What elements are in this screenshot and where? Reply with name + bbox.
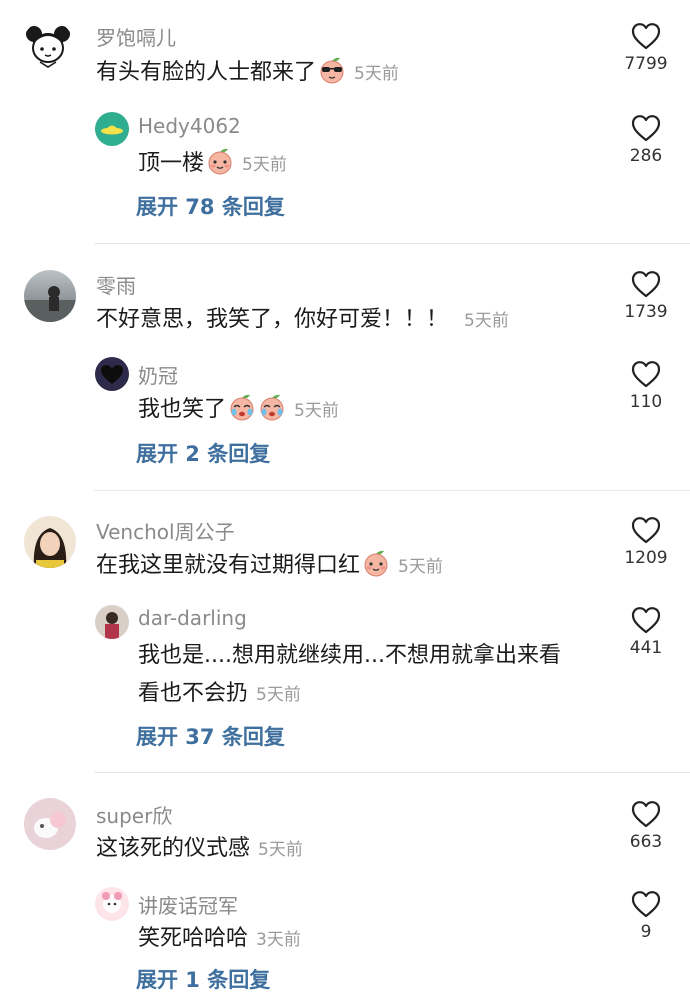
peach-crying-emoji-icon xyxy=(258,393,286,421)
peach-emoji-icon xyxy=(362,549,390,577)
photo-avatar-icon xyxy=(105,612,119,639)
avatar[interactable] xyxy=(24,270,76,322)
comment-time: 5天前 xyxy=(464,311,509,331)
like-count: 286 xyxy=(629,146,663,166)
reply-time: 3天前 xyxy=(256,930,301,950)
peach-glasses-emoji-icon xyxy=(318,56,346,84)
like-button[interactable]: 7799 xyxy=(616,22,676,74)
reply-like-button[interactable]: 441 xyxy=(616,606,676,658)
comment-text: 这该死的仪式感 5天前 xyxy=(96,833,303,866)
comment-username[interactable]: Venchol周公子 xyxy=(96,516,235,545)
divider xyxy=(94,490,690,491)
photo-avatar-icon xyxy=(34,812,66,838)
reply-text: 顶一楼 5天前 xyxy=(138,147,287,181)
heart-icon xyxy=(631,890,661,918)
reply-avatar[interactable] xyxy=(95,605,129,639)
reply-body: 笑死哈哈哈 xyxy=(138,926,249,951)
expand-replies-link[interactable]: 展开 2 条回复 xyxy=(136,438,270,468)
reply-avatar[interactable] xyxy=(95,887,129,921)
reply-like-button[interactable]: 286 xyxy=(616,114,676,166)
like-count: 441 xyxy=(629,638,663,658)
avatar[interactable] xyxy=(22,20,74,72)
comment-body: 在我这里就没有过期得口红 xyxy=(96,553,361,578)
heart-icon xyxy=(631,22,661,50)
reply-body-cont: 看也不会扔 xyxy=(138,681,249,706)
expand-replies-link[interactable]: 展开 78 条回复 xyxy=(136,191,285,221)
like-count: 110 xyxy=(629,392,663,412)
like-count: 9 xyxy=(640,922,652,942)
photo-avatar-icon xyxy=(24,286,76,322)
comment-time: 5天前 xyxy=(258,840,303,860)
avatar[interactable] xyxy=(24,516,76,568)
heart-icon xyxy=(631,360,661,388)
like-button[interactable]: 1739 xyxy=(616,270,676,322)
like-button[interactable]: 1209 xyxy=(616,516,676,568)
expand-replies-link[interactable]: 展开 1 条回复 xyxy=(136,964,270,994)
comment-body: 有头有脸的人士都来了 xyxy=(96,60,317,85)
comment-username[interactable]: 罗饱嗝儿 xyxy=(96,22,176,51)
divider xyxy=(94,243,690,244)
reply-text-line2: 看也不会扔 5天前 xyxy=(138,678,301,711)
reply-username[interactable]: dar-darling xyxy=(138,606,247,630)
reply-like-button[interactable]: 110 xyxy=(616,360,676,412)
heart-avatar-icon xyxy=(101,365,123,384)
reply-avatar[interactable] xyxy=(95,112,129,146)
divider xyxy=(94,772,690,773)
comment-username[interactable]: super欣 xyxy=(96,800,172,829)
heart-icon xyxy=(631,270,661,298)
like-count: 1209 xyxy=(624,548,668,568)
cartoon-avatar-icon xyxy=(102,892,122,913)
reply-text: 笑死哈哈哈 3天前 xyxy=(138,923,301,956)
cartoon-girl-avatar-icon xyxy=(26,26,70,68)
expand-replies-link[interactable]: 展开 37 条回复 xyxy=(136,721,285,751)
heart-icon xyxy=(631,800,661,828)
reply-text: 我也笑了 5天前 xyxy=(138,393,339,427)
comment-text: 有头有脸的人士都来了 5天前 xyxy=(96,56,399,90)
reply-body: 我也笑了 xyxy=(138,397,227,422)
comment-body: 不好意思，我笑了，你好可爱！！！ xyxy=(96,307,449,332)
ufo-avatar-icon xyxy=(101,125,123,135)
comment-text: 不好意思，我笑了，你好可爱！！！ 5天前 xyxy=(96,304,509,337)
reply-time: 5天前 xyxy=(256,685,301,705)
heart-icon xyxy=(631,606,661,634)
comment-time: 5天前 xyxy=(398,557,443,577)
reply-text: 我也是....想用就继续用...不想用就拿出来看 xyxy=(138,640,561,672)
peach-crying-emoji-icon xyxy=(228,393,256,421)
heart-icon xyxy=(631,114,661,142)
comment-body: 这该死的仪式感 xyxy=(96,836,251,861)
peach-emoji-icon xyxy=(206,147,234,175)
avatar[interactable] xyxy=(24,798,76,850)
comment-text: 在我这里就没有过期得口红 5天前 xyxy=(96,549,443,583)
like-count: 663 xyxy=(629,832,663,852)
reply-username[interactable]: 讲废话冠军 xyxy=(138,890,238,919)
comment-username[interactable]: 零雨 xyxy=(96,270,136,299)
reply-body: 顶一楼 xyxy=(138,151,205,176)
reply-body: 我也是....想用就继续用...不想用就拿出来看 xyxy=(138,643,561,668)
like-count: 7799 xyxy=(624,54,668,74)
reply-avatar[interactable] xyxy=(95,357,129,391)
reply-like-button[interactable]: 9 xyxy=(616,890,676,942)
reply-username[interactable]: 奶冠 xyxy=(138,360,178,389)
photo-avatar-icon xyxy=(33,528,67,568)
reply-username[interactable]: Hedy4062 xyxy=(138,114,241,138)
heart-icon xyxy=(631,516,661,544)
reply-time: 5天前 xyxy=(242,155,287,175)
reply-time: 5天前 xyxy=(294,401,339,421)
like-count: 1739 xyxy=(624,302,668,322)
comment-time: 5天前 xyxy=(354,64,399,84)
like-button[interactable]: 663 xyxy=(616,800,676,852)
